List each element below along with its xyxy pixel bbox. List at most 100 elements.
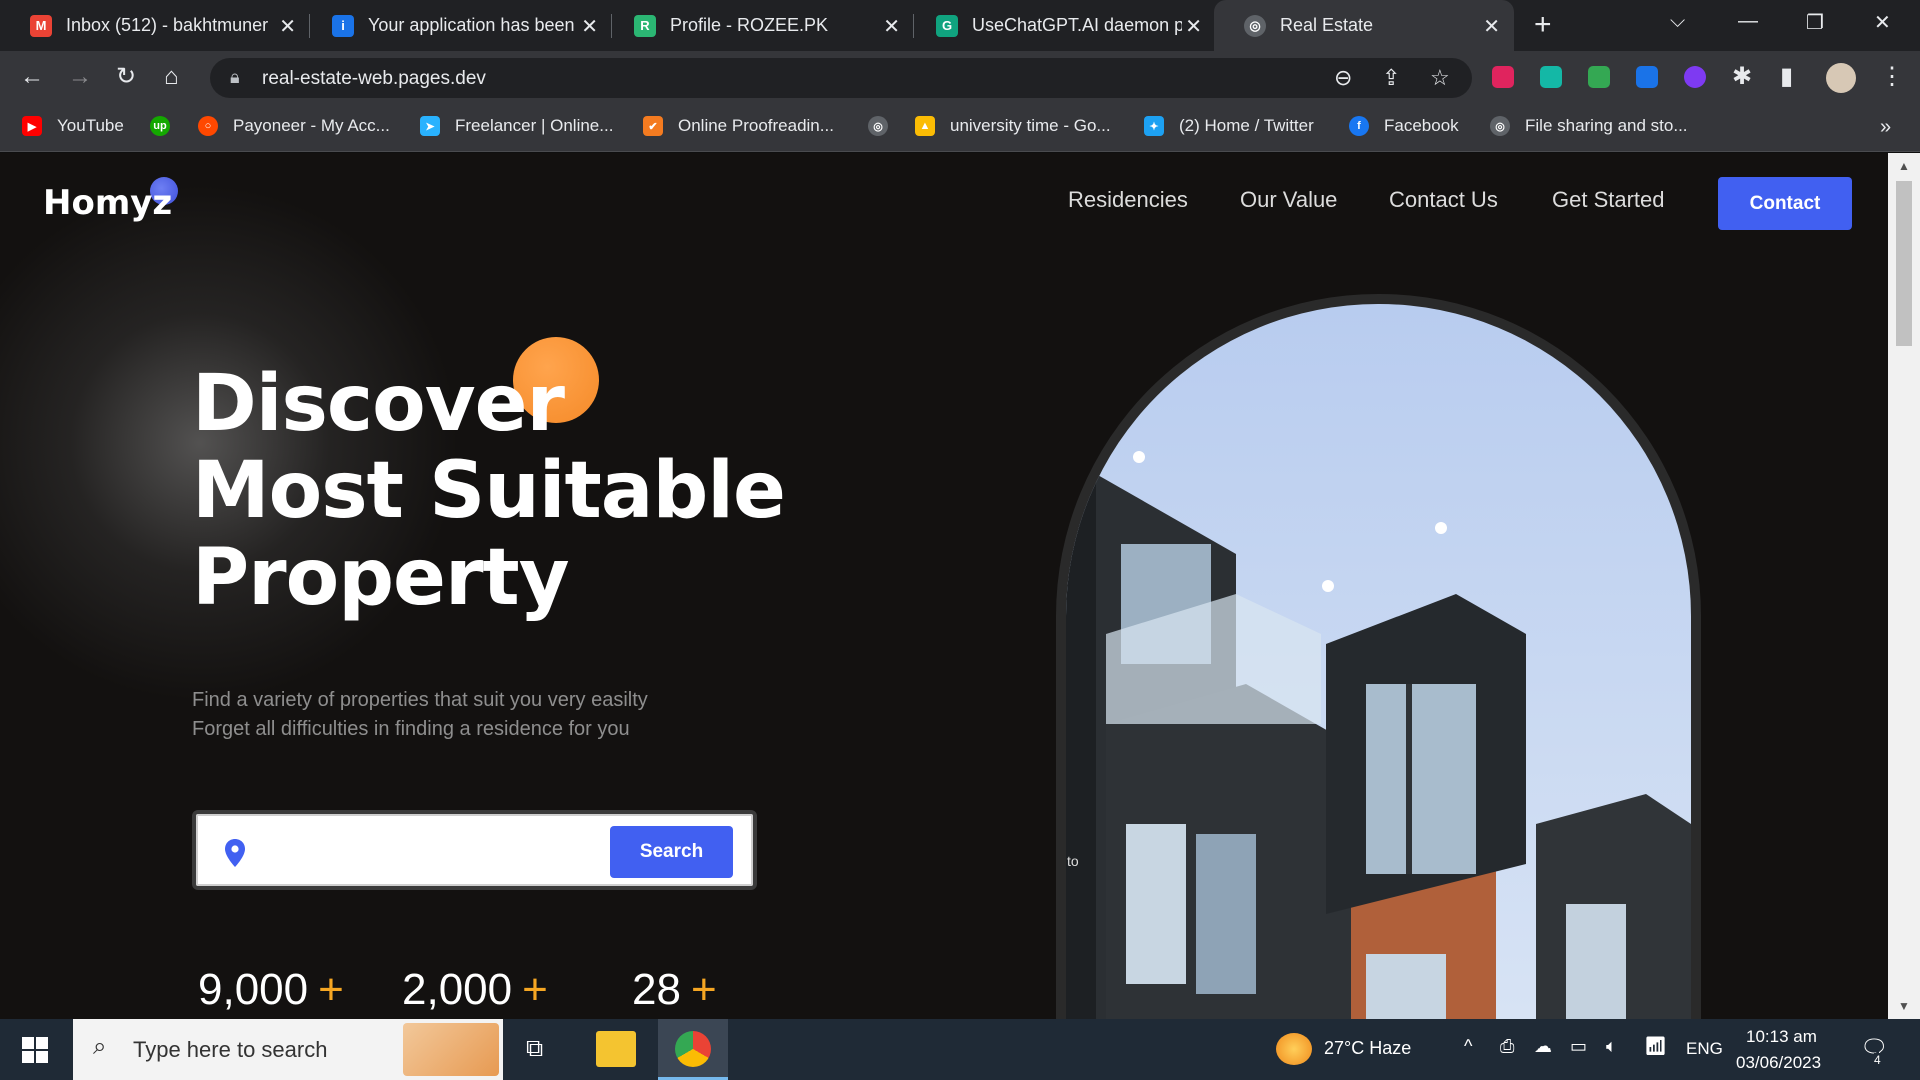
headline-line: Most Suitable bbox=[192, 446, 786, 536]
tab-strip: M Inbox (512) - bakhtmuner ✕ i Your appl… bbox=[0, 0, 1920, 51]
page-viewport: Homyz Residencies Our Value Contact Us G… bbox=[0, 153, 1888, 1019]
bookmark-star-icon[interactable]: ☆ bbox=[1430, 64, 1450, 92]
new-tab-icon[interactable]: + bbox=[1534, 8, 1552, 42]
tab-title: UseChatGPT.AI daemon p bbox=[972, 15, 1182, 35]
weather-icon[interactable] bbox=[1276, 1033, 1312, 1065]
page-scrollbar[interactable]: ▲ ▼ bbox=[1888, 153, 1920, 1019]
bookmark-file-sharing[interactable]: ◎ File sharing and sto... bbox=[1490, 116, 1688, 136]
tab-title: Real Estate bbox=[1280, 15, 1374, 35]
bookmark-upwork[interactable]: up bbox=[150, 116, 185, 136]
tab-gmail[interactable]: M Inbox (512) - bakhtmuner ✕ bbox=[0, 0, 310, 51]
google-drive-icon: ▲ bbox=[915, 116, 935, 136]
tab-title: Inbox (512) - bakhtmuner bbox=[66, 15, 269, 35]
upwork-icon: up bbox=[150, 116, 170, 136]
globe-icon: ◎ bbox=[868, 116, 888, 136]
tab-real-estate[interactable]: ◎ Real Estate ✕ bbox=[1214, 0, 1514, 51]
taskbar-search[interactable]: ⌕ Type here to search bbox=[73, 1019, 503, 1080]
tab-title: Your application has been bbox=[368, 15, 575, 35]
close-icon[interactable]: ✕ bbox=[1185, 14, 1202, 39]
nav-get-started[interactable]: Get Started bbox=[1552, 187, 1665, 213]
download-extension-icon[interactable] bbox=[1636, 66, 1658, 88]
language-indicator[interactable]: ENG bbox=[1686, 1039, 1723, 1059]
close-icon[interactable]: ✕ bbox=[581, 14, 598, 39]
nav-our-value[interactable]: Our Value bbox=[1240, 187, 1337, 213]
close-icon[interactable]: ✕ bbox=[1483, 14, 1500, 39]
more-bookmarks-icon[interactable]: » bbox=[1880, 116, 1891, 139]
tab-search-icon[interactable]: ⌵ bbox=[1670, 10, 1685, 33]
show-hidden-icons-icon[interactable]: ^ bbox=[1464, 1036, 1472, 1057]
address-bar[interactable]: 🔒︎ real-estate-web.pages.dev ⊖ ⇪ ☆ bbox=[210, 58, 1472, 98]
windows-start-icon[interactable] bbox=[22, 1037, 48, 1063]
nav-contact-us[interactable]: Contact Us bbox=[1389, 187, 1498, 213]
bookmark-youtube[interactable]: ▶ YouTube bbox=[22, 116, 124, 136]
onedrive-icon[interactable]: ☁ bbox=[1534, 1036, 1552, 1057]
battery-icon[interactable]: ▭ bbox=[1570, 1036, 1587, 1057]
close-icon[interactable]: ✕ bbox=[279, 14, 296, 39]
zoom-icon[interactable]: ⊖ bbox=[1334, 64, 1352, 92]
forward-icon[interactable]: → bbox=[68, 63, 92, 91]
freelancer-icon: ➤ bbox=[420, 116, 440, 136]
share-icon[interactable]: ⇪ bbox=[1382, 64, 1400, 92]
nav-residencies[interactable]: Residencies bbox=[1068, 187, 1188, 213]
weather-text[interactable]: 27°C Haze bbox=[1324, 1038, 1411, 1059]
clock-date[interactable]: 03/06/2023 bbox=[1736, 1053, 1821, 1073]
hero-subtitle: Find a variety of properties that suit y… bbox=[192, 689, 648, 740]
tab-rozee[interactable]: R Profile - ROZEE.PK ✕ bbox=[604, 0, 914, 51]
stat-clients: 2,000 + bbox=[402, 965, 548, 1014]
close-icon[interactable]: ✕ bbox=[883, 14, 900, 39]
file-explorer-icon[interactable] bbox=[596, 1031, 636, 1067]
bookmark-facebook[interactable]: f Facebook bbox=[1349, 116, 1459, 136]
chrome-taskbar-button[interactable] bbox=[658, 1019, 728, 1080]
headline-line: Property bbox=[192, 533, 570, 623]
bookmark-university-time[interactable]: ▲ university time - Go... bbox=[915, 116, 1111, 136]
image-caption: to bbox=[1067, 853, 1079, 869]
wifi-icon[interactable]: 📶︎ bbox=[1644, 1036, 1667, 1057]
scrollbar-thumb[interactable] bbox=[1896, 181, 1912, 346]
bookmark-freelancer[interactable]: ➤ Freelancer | Online... bbox=[420, 116, 613, 136]
meet-icon[interactable]: ⎙ bbox=[1500, 1036, 1514, 1057]
scroll-up-icon[interactable]: ▲ bbox=[1898, 159, 1910, 173]
check-icon: ✔ bbox=[643, 116, 663, 136]
extension-green-icon[interactable] bbox=[1588, 66, 1610, 88]
contact-button[interactable]: Contact bbox=[1718, 177, 1852, 230]
rozee-icon: R bbox=[634, 14, 656, 37]
reload-icon[interactable]: ↻ bbox=[116, 63, 136, 91]
chrome-icon bbox=[675, 1031, 711, 1067]
bookmarks-bar: ▶ YouTube up ○ Payoneer - My Acc... ➤ Freel… bbox=[0, 104, 1920, 152]
minimize-icon[interactable]: — bbox=[1738, 10, 1758, 33]
volume-icon[interactable]: 🔈︎ bbox=[1606, 1036, 1617, 1057]
chatgpt-icon: G bbox=[936, 14, 958, 37]
clock-time[interactable]: 10:13 am bbox=[1746, 1027, 1817, 1047]
location-pin-icon bbox=[225, 839, 245, 867]
extension-purple-icon[interactable] bbox=[1684, 66, 1706, 88]
profile-avatar[interactable] bbox=[1826, 63, 1856, 93]
task-view-icon[interactable]: ⧉ bbox=[526, 1035, 543, 1063]
headline-line: Discover bbox=[192, 359, 565, 449]
side-panel-icon[interactable]: ▮ bbox=[1780, 63, 1793, 91]
tab-application[interactable]: i Your application has been ✕ bbox=[302, 0, 612, 51]
bookmark-globe[interactable]: ◎ bbox=[868, 116, 903, 136]
restore-icon[interactable]: ❐ bbox=[1806, 10, 1824, 35]
bookmark-twitter[interactable]: ✦ (2) Home / Twitter bbox=[1144, 116, 1314, 136]
window-close-icon[interactable]: ✕ bbox=[1874, 10, 1891, 35]
facebook-icon: f bbox=[1349, 116, 1369, 136]
search-input[interactable] bbox=[260, 828, 590, 874]
extension-red-icon[interactable] bbox=[1492, 66, 1514, 88]
payoneer-icon: ○ bbox=[198, 116, 218, 136]
back-icon[interactable]: ← bbox=[20, 63, 44, 91]
scroll-down-icon[interactable]: ▼ bbox=[1898, 999, 1910, 1013]
stat-properties: 9,000 + bbox=[198, 965, 344, 1014]
site-logo[interactable]: Homyz bbox=[43, 183, 172, 223]
home-icon[interactable]: ⌂ bbox=[164, 63, 179, 91]
menu-icon[interactable]: ⋮ bbox=[1880, 63, 1904, 91]
search-button[interactable]: Search bbox=[610, 826, 733, 878]
hero-headline: Discover Most Suitable Property bbox=[192, 359, 786, 623]
extension-teal-icon[interactable] bbox=[1540, 66, 1562, 88]
puzzle-icon[interactable]: ✱ bbox=[1732, 63, 1752, 91]
hero-building-image bbox=[1066, 304, 1691, 1019]
browser-toolbar: ← → ↻ ⌂ 🔒︎ real-estate-web.pages.dev ⊖ ⇪… bbox=[0, 51, 1920, 104]
bookmark-payoneer[interactable]: ○ Payoneer - My Acc... bbox=[198, 116, 390, 136]
globe-icon: ◎ bbox=[1244, 14, 1266, 37]
bookmark-proofreading[interactable]: ✔ Online Proofreadin... bbox=[643, 116, 834, 136]
tab-usechatgpt[interactable]: G UseChatGPT.AI daemon p ✕ bbox=[906, 0, 1216, 51]
